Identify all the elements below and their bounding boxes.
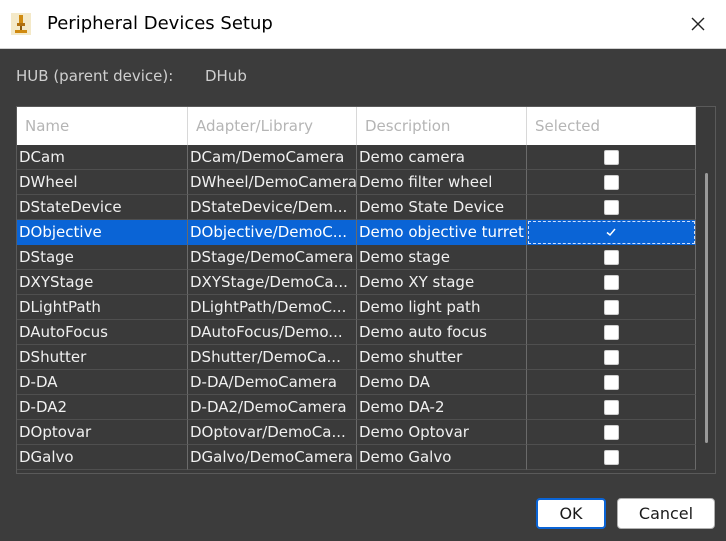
close-icon [691, 17, 705, 31]
selected-cell [527, 445, 696, 470]
description-cell: Demo stage [357, 245, 527, 270]
table-row[interactable]: DShutter DShutter/DemoCa... Demo shutter [17, 345, 696, 370]
column-header-selected[interactable]: Selected [527, 107, 696, 145]
adapter-library-cell: D-DA2/DemoCamera [188, 395, 357, 420]
device-name-cell: DObjective [17, 220, 188, 245]
selected-cell [527, 245, 696, 270]
table-row[interactable]: DOptovar DOptovar/DemoCa... Demo Optovar [17, 420, 696, 445]
selected-checkbox[interactable] [603, 449, 619, 465]
selected-cell [527, 320, 696, 345]
selected-checkbox[interactable] [603, 299, 619, 315]
selected-cell [527, 295, 696, 320]
adapter-library-cell: DGalvo/DemoCamera [188, 445, 357, 470]
selected-checkbox[interactable] [603, 324, 619, 340]
selected-checkbox[interactable] [603, 249, 619, 265]
description-cell: Demo light path [357, 295, 527, 320]
selected-cell [527, 270, 696, 295]
description-cell: Demo filter wheel [357, 170, 527, 195]
close-button[interactable] [670, 0, 726, 48]
column-header-name[interactable]: Name [17, 107, 188, 145]
device-name-cell: DOptovar [17, 420, 188, 445]
description-cell: Demo State Device [357, 195, 527, 220]
table-row[interactable]: DStateDevice DStateDevice/Dem... Demo Stat… [17, 195, 696, 220]
window-title: Peripheral Devices Setup [47, 13, 273, 34]
selected-checkbox[interactable] [603, 199, 619, 215]
title-bar: Peripheral Devices Setup [0, 0, 726, 49]
table-row[interactable]: DObjective DObjective/DemoC... Demo object… [17, 220, 696, 245]
description-cell: Demo Galvo [357, 445, 527, 470]
selected-cell [527, 170, 696, 195]
selected-checkbox[interactable] [603, 349, 619, 365]
description-cell: Demo DA [357, 370, 527, 395]
device-name-cell: DXYStage [17, 270, 188, 295]
table-row[interactable]: D-DA2 D-DA2/DemoCamera Demo DA-2 [17, 395, 696, 420]
selected-cell [527, 395, 696, 420]
device-name-cell: DAutoFocus [17, 320, 188, 345]
selected-cell [527, 220, 696, 245]
device-name-cell: D-DA2 [17, 395, 188, 420]
adapter-library-cell: DShutter/DemoCa... [188, 345, 357, 370]
microscope-icon [11, 13, 31, 35]
table-row[interactable]: D-DA D-DA/DemoCamera Demo DA [17, 370, 696, 395]
adapter-library-cell: DObjective/DemoC... [188, 220, 357, 245]
table-row[interactable]: DGalvo DGalvo/DemoCamera Demo Galvo [17, 445, 696, 470]
description-cell: Demo Optovar [357, 420, 527, 445]
selected-checkbox[interactable] [603, 399, 619, 415]
device-name-cell: DShutter [17, 345, 188, 370]
selected-cell [527, 345, 696, 370]
table-row[interactable]: DXYStage DXYStage/DemoCa... Demo XY stage [17, 270, 696, 295]
column-header-description[interactable]: Description [357, 107, 527, 145]
selected-checkbox[interactable] [603, 274, 619, 290]
adapter-library-cell: DCam/DemoCamera [188, 145, 357, 170]
table-row[interactable]: DLightPath DLightPath/DemoC... Demo light … [17, 295, 696, 320]
adapter-library-cell: DStage/DemoCamera [188, 245, 357, 270]
description-cell: Demo auto focus [357, 320, 527, 345]
hub-value: DHub [205, 67, 247, 85]
description-cell: Demo XY stage [357, 270, 527, 295]
device-name-cell: DCam [17, 145, 188, 170]
checkmark-icon [606, 228, 616, 237]
selected-cell [527, 145, 696, 170]
device-name-cell: DLightPath [17, 295, 188, 320]
selected-cell [527, 195, 696, 220]
adapter-library-cell: DStateDevice/Dem... [188, 195, 357, 220]
device-name-cell: DWheel [17, 170, 188, 195]
table-row[interactable]: DWheel DWheel/DemoCamera Demo filter wheel [17, 170, 696, 195]
device-name-cell: DGalvo [17, 445, 188, 470]
selected-checkbox[interactable] [603, 374, 619, 390]
description-cell: Demo objective turret [357, 220, 527, 245]
adapter-library-cell: DWheel/DemoCamera [188, 170, 357, 195]
table-header: Name Adapter/Library Description Selecte… [17, 107, 696, 145]
cancel-button[interactable]: Cancel [617, 498, 715, 529]
selected-cell [527, 420, 696, 445]
description-cell: Demo shutter [357, 345, 527, 370]
selected-cell [527, 370, 696, 395]
adapter-library-cell: D-DA/DemoCamera [188, 370, 357, 395]
table-body: DCam DCam/DemoCamera Demo camera DWheel DWhe… [17, 145, 696, 470]
devices-table: Name Adapter/Library Description Selecte… [16, 106, 716, 474]
hub-label: HUB (parent device): [16, 67, 174, 85]
ok-button[interactable]: OK [536, 498, 606, 529]
table-row[interactable]: DAutoFocus DAutoFocus/Demo... Demo auto fo… [17, 320, 696, 345]
selected-checkbox[interactable] [603, 149, 619, 165]
device-name-cell: D-DA [17, 370, 188, 395]
adapter-library-cell: DAutoFocus/Demo... [188, 320, 357, 345]
description-cell: Demo camera [357, 145, 527, 170]
device-name-cell: DStage [17, 245, 188, 270]
table-row[interactable]: DCam DCam/DemoCamera Demo camera [17, 145, 696, 170]
description-cell: Demo DA-2 [357, 395, 527, 420]
adapter-library-cell: DLightPath/DemoC... [188, 295, 357, 320]
column-header-adapter[interactable]: Adapter/Library [188, 107, 357, 145]
adapter-library-cell: DXYStage/DemoCa... [188, 270, 357, 295]
adapter-library-cell: DOptovar/DemoCa... [188, 420, 357, 445]
table-row[interactable]: DStage DStage/DemoCamera Demo stage [17, 245, 696, 270]
selected-checkbox[interactable] [603, 224, 619, 240]
selected-checkbox[interactable] [603, 174, 619, 190]
device-name-cell: DStateDevice [17, 195, 188, 220]
vertical-scrollbar[interactable] [697, 145, 715, 473]
scrollbar-thumb[interactable] [705, 173, 708, 443]
selected-checkbox[interactable] [603, 424, 619, 440]
